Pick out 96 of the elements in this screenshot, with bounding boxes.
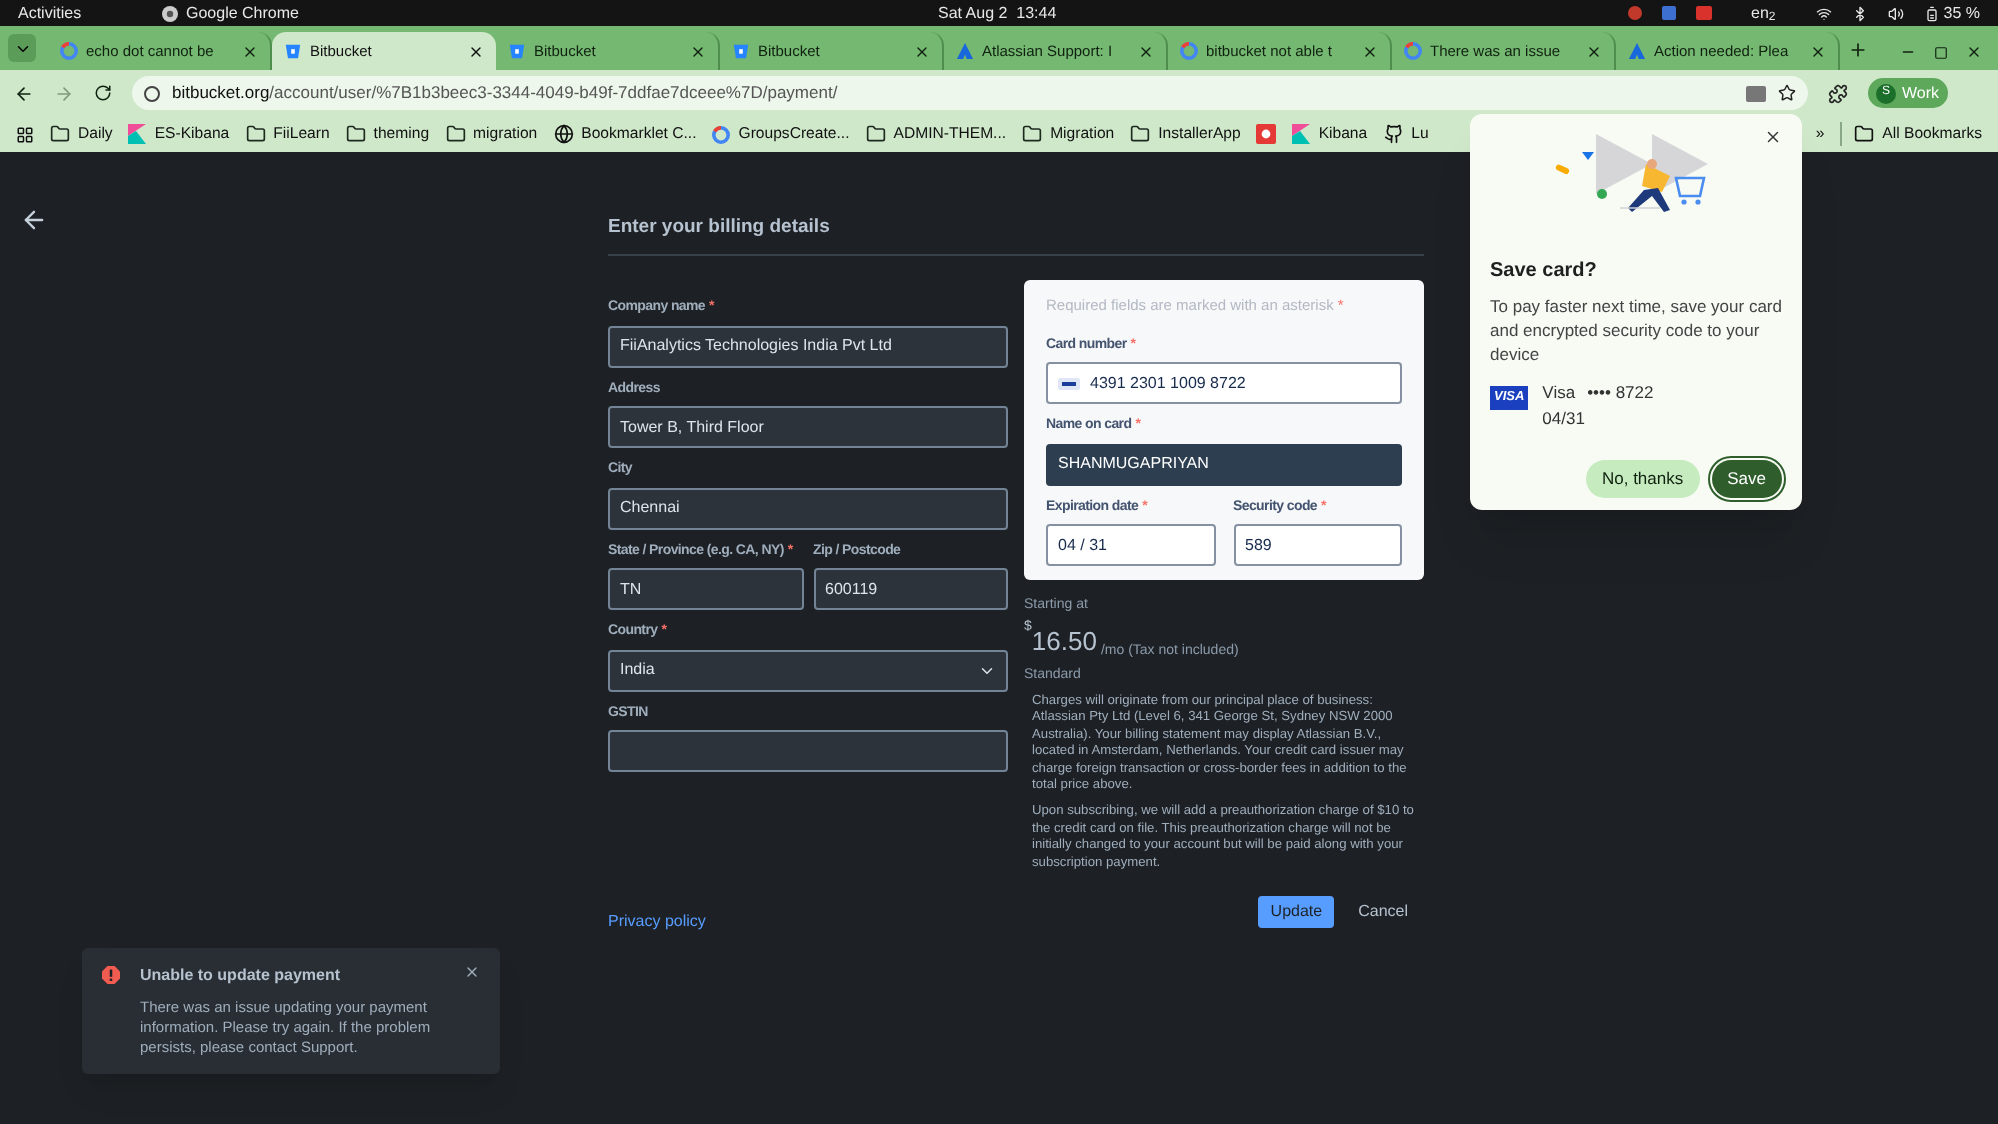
field-value: Tower B, Third Floor bbox=[620, 415, 766, 440]
field-value: Chennai bbox=[620, 496, 682, 521]
clock[interactable]: Sat Aug 2 13:44 bbox=[938, 1, 1057, 25]
wifi-icon[interactable] bbox=[1815, 5, 1832, 21]
bookmark-star-icon[interactable] bbox=[1778, 84, 1796, 102]
field-value: 4391 2301 1009 8722 bbox=[1090, 371, 1248, 395]
field-value: 04 / 31 bbox=[1058, 533, 1109, 557]
field-value: SHANMUGAPRIYAN bbox=[1058, 452, 1211, 476]
bluetooth-icon[interactable] bbox=[1851, 5, 1868, 21]
reload-icon[interactable] bbox=[94, 84, 112, 102]
input-field[interactable]: 4391 2301 1009 8722 bbox=[1046, 362, 1402, 404]
field-value: FiiAnalytics Technologies India Pvt Ltd bbox=[620, 334, 894, 359]
apps-icon[interactable] bbox=[16, 125, 34, 143]
cancel-button[interactable]: Cancel bbox=[1342, 896, 1424, 929]
github-icon bbox=[1383, 124, 1404, 144]
error-icon bbox=[102, 966, 120, 984]
card-number: •••• 8722 bbox=[1587, 380, 1654, 406]
tray-icon[interactable] bbox=[1627, 6, 1642, 20]
country-select[interactable]: India bbox=[608, 649, 1008, 692]
card-icon bbox=[1058, 377, 1080, 389]
input-field[interactable]: FiiAnalytics Technologies India Pvt Ltd bbox=[608, 325, 1008, 368]
back-icon[interactable] bbox=[14, 83, 34, 103]
triangle-icon bbox=[956, 42, 974, 60]
bookmark[interactable] bbox=[1256, 124, 1277, 144]
bucket-icon bbox=[508, 42, 526, 60]
bucket-icon bbox=[284, 42, 302, 60]
close-icon[interactable] bbox=[1138, 43, 1154, 59]
battery-level: 35 % bbox=[1943, 1, 1980, 25]
url-text: bitbucket.org/account/user/%7B1b3beec3-3344-4049-b49f-7ddfae7dceee%7D/payment/ bbox=[172, 80, 838, 106]
site-info-icon[interactable] bbox=[144, 85, 160, 101]
close-icon[interactable] bbox=[242, 43, 258, 59]
folder-icon bbox=[245, 124, 266, 144]
folder-icon bbox=[50, 124, 70, 144]
activities-button[interactable]: Activities bbox=[18, 1, 162, 25]
kibana-icon bbox=[128, 124, 147, 144]
close-icon[interactable] bbox=[1362, 43, 1378, 59]
no-thanks-button[interactable]: No, thanks bbox=[1585, 459, 1700, 497]
close-icon[interactable] bbox=[1810, 43, 1826, 59]
keyboard-layout[interactable]: en$_{2}$ bbox=[1751, 1, 1776, 25]
input-field[interactable]: TN bbox=[608, 568, 803, 611]
app-icon bbox=[1256, 124, 1277, 144]
maximize-icon[interactable] bbox=[1934, 45, 1948, 59]
popup-title: Save card? bbox=[1490, 258, 1599, 286]
chrome-icon bbox=[162, 5, 178, 21]
volume-icon[interactable] bbox=[1887, 5, 1904, 21]
kibana-icon bbox=[1292, 124, 1311, 144]
save-button[interactable]: Save bbox=[1711, 459, 1782, 497]
triangle-icon bbox=[1628, 42, 1646, 60]
popup-message: To pay faster next time, save your card and encrypted security code to your device bbox=[1490, 294, 1782, 366]
close-icon[interactable] bbox=[1764, 128, 1782, 146]
folder-icon bbox=[345, 124, 366, 144]
extensions-icon[interactable] bbox=[1828, 83, 1848, 103]
field-value: 600119 bbox=[825, 577, 880, 602]
close-icon[interactable] bbox=[690, 43, 706, 59]
input-field[interactable]: 600119 bbox=[813, 568, 1008, 611]
input-field[interactable]: SHANMUGAPRIYAN bbox=[1046, 443, 1402, 485]
field-value: India bbox=[620, 658, 657, 683]
close-icon[interactable] bbox=[914, 43, 930, 59]
address-bar[interactable]: bitbucket.org/account/user/%7B1b3beec3-3344-4049-b49f-7ddfae7dceee%7D/payment/ bbox=[132, 76, 1808, 110]
input-field[interactable]: Tower B, Third Floor bbox=[608, 406, 1008, 449]
card-name: Visa bbox=[1542, 380, 1576, 406]
input-field[interactable]: 04 / 31 bbox=[1046, 524, 1215, 566]
close-icon[interactable] bbox=[464, 964, 480, 980]
tray-icon[interactable] bbox=[1695, 6, 1712, 20]
folder-icon bbox=[1130, 124, 1151, 144]
tab-search-button[interactable] bbox=[8, 34, 36, 62]
close-icon[interactable] bbox=[468, 43, 484, 59]
input-field[interactable]: Chennai bbox=[608, 487, 1008, 530]
google-icon bbox=[60, 42, 78, 60]
tray-icon[interactable] bbox=[1661, 6, 1676, 20]
field-value: 589 bbox=[1245, 533, 1274, 557]
google-icon bbox=[1404, 42, 1422, 60]
folder-icon bbox=[445, 124, 466, 144]
globe-icon bbox=[553, 124, 574, 144]
card-icon[interactable] bbox=[1746, 85, 1766, 101]
bucket-icon bbox=[732, 42, 750, 60]
card-expiry: 04/31 bbox=[1542, 405, 1587, 431]
folder-icon bbox=[865, 124, 886, 144]
close-icon[interactable] bbox=[1966, 44, 1982, 60]
google-icon bbox=[712, 125, 731, 143]
field-value: TN bbox=[620, 577, 644, 602]
back-arrow-icon[interactable] bbox=[20, 206, 48, 234]
folder-icon bbox=[1854, 124, 1875, 144]
page-title: Enter your billing details bbox=[608, 214, 832, 242]
google-icon bbox=[1180, 42, 1198, 60]
toast-title: Unable to update payment bbox=[140, 964, 343, 988]
new-tab-icon[interactable] bbox=[1848, 40, 1868, 60]
privacy-policy-link[interactable]: Privacy policy bbox=[608, 910, 706, 935]
battery-icon[interactable] bbox=[1923, 5, 1940, 21]
folder-icon bbox=[1022, 124, 1043, 144]
input-field[interactable] bbox=[608, 730, 1008, 773]
update-button[interactable]: Update bbox=[1258, 896, 1335, 929]
app-name: Google Chrome bbox=[186, 1, 299, 25]
profile-name: Work bbox=[1902, 81, 1940, 105]
close-icon[interactable] bbox=[1586, 43, 1602, 59]
input-field[interactable]: 589 bbox=[1233, 524, 1402, 566]
